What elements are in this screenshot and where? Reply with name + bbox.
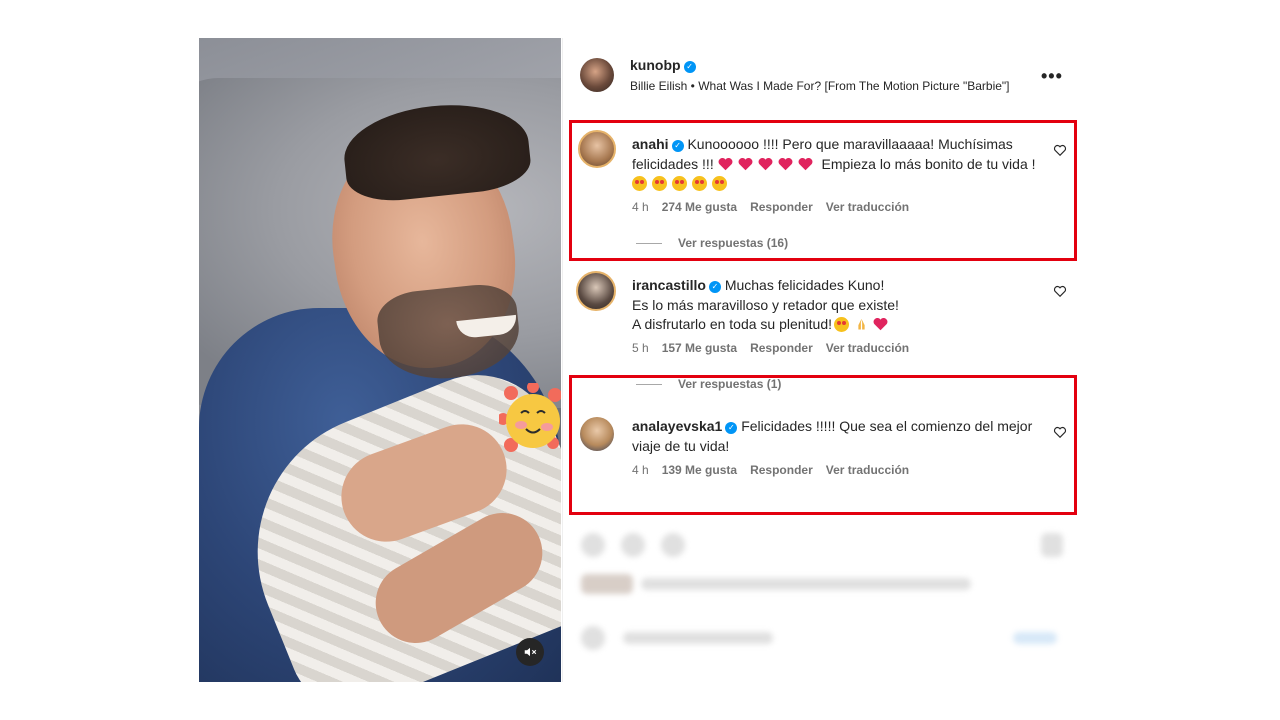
smiling-hearts-emoji-icon bbox=[834, 317, 850, 332]
sun-sticker-icon bbox=[499, 383, 561, 452]
like-heart-icon[interactable] bbox=[1053, 284, 1067, 298]
more-options-icon[interactable]: ••• bbox=[1041, 66, 1063, 87]
folded-hands-icon bbox=[854, 317, 869, 332]
comment-avatar-irancastillo[interactable] bbox=[576, 271, 616, 311]
highlight-box-anahi bbox=[569, 120, 1077, 261]
song-label[interactable]: Billie Eilish • What Was I Made For? [Fr… bbox=[630, 79, 1010, 93]
comment-time: 5 h bbox=[632, 341, 649, 355]
author-avatar[interactable] bbox=[580, 58, 614, 92]
highlight-box-analayevska1 bbox=[569, 375, 1077, 515]
mute-button[interactable] bbox=[516, 638, 544, 666]
post-media[interactable] bbox=[199, 38, 561, 682]
comment-likes[interactable]: 157 Me gusta bbox=[662, 341, 737, 355]
verified-badge-icon: ✓ bbox=[708, 281, 721, 293]
reply-button[interactable]: Responder bbox=[750, 341, 813, 355]
comment-text-irancastillo: irancastillo ✓ Muchas felicidades Kuno! E… bbox=[632, 277, 899, 332]
verified-badge-icon: ✓ bbox=[683, 61, 696, 73]
author-username[interactable]: kunobp ✓ bbox=[630, 57, 696, 73]
speaker-muted-icon bbox=[524, 647, 537, 657]
heart-bandage-icon bbox=[873, 317, 888, 331]
translate-button[interactable]: Ver traducción bbox=[826, 341, 909, 355]
blurred-actions-area bbox=[563, 518, 1081, 682]
comment-meta-irancastillo: 5 h 157 Me gusta Responder Ver traducció… bbox=[632, 341, 909, 355]
